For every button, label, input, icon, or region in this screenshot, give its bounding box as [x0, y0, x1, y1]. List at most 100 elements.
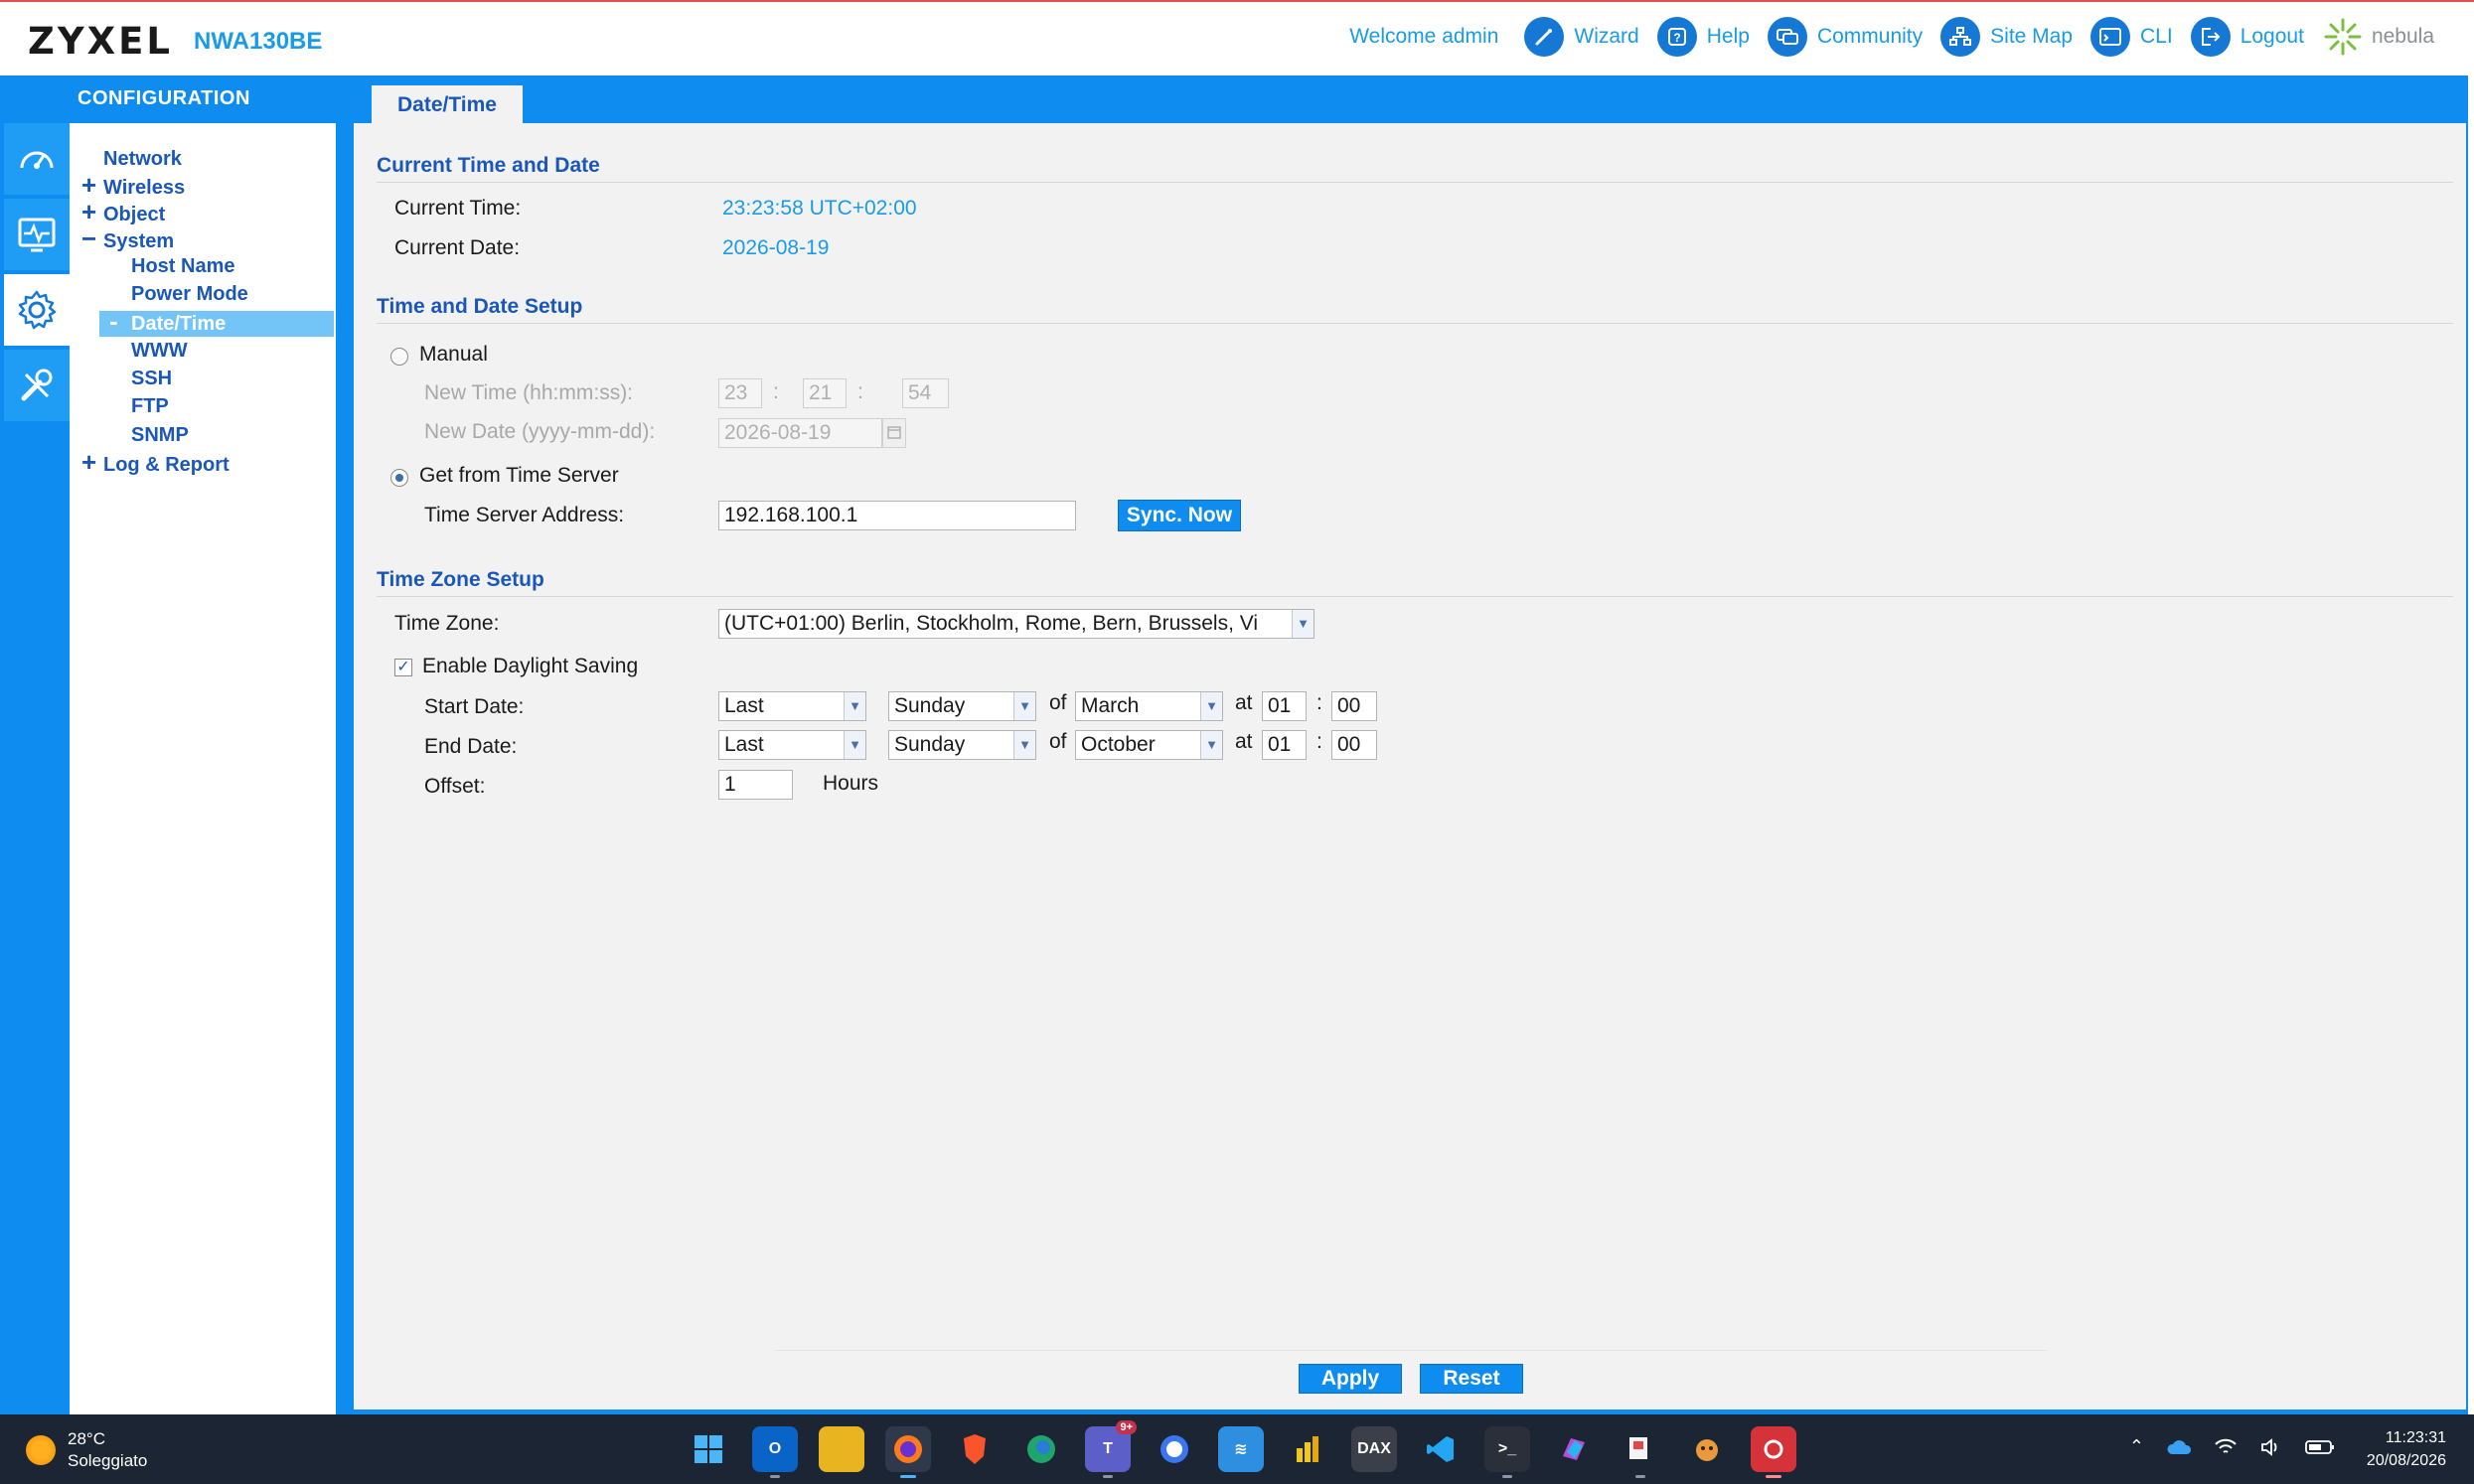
- divider: [775, 1350, 2047, 1351]
- end-minute-input[interactable]: 00: [1331, 730, 1377, 760]
- end-month-select[interactable]: October ▼: [1075, 730, 1223, 760]
- dashboard-menu[interactable]: [4, 123, 70, 195]
- nebula-label: nebula: [2371, 25, 2434, 48]
- remote-desktop-icon[interactable]: ≋: [1218, 1426, 1264, 1472]
- sitemap-link[interactable]: Site Map: [1940, 17, 2073, 57]
- community-link[interactable]: Community: [1767, 17, 1923, 57]
- offset-input[interactable]: 1: [718, 770, 793, 800]
- battery-icon[interactable]: [2305, 1439, 2335, 1455]
- cli-link[interactable]: CLI: [2090, 17, 2173, 57]
- time-server-address-input[interactable]: 192.168.100.1: [718, 501, 1076, 530]
- new-time-label: New Time (hh:mm:ss):: [424, 381, 634, 404]
- system-tray: ⌃: [2129, 1436, 2335, 1457]
- maintenance-menu[interactable]: [4, 350, 70, 421]
- tree-item-www[interactable]: WWW: [109, 340, 188, 363]
- chevron-down-icon: ▼: [1200, 692, 1222, 720]
- expand-icon: +: [81, 170, 97, 200]
- daylight-saving-checkbox[interactable]: ✓: [394, 659, 412, 676]
- tree-item-ssh[interactable]: SSH: [109, 368, 172, 390]
- tree-item-date-time[interactable]: - Date/Time: [109, 308, 226, 336]
- manual-radio[interactable]: [390, 348, 408, 366]
- record-app-icon[interactable]: [1751, 1426, 1796, 1478]
- of-label: of: [1049, 730, 1067, 753]
- timezone-value: (UTC+01:00) Berlin, Stockholm, Rome, Ber…: [724, 612, 1259, 635]
- nebula-link[interactable]: nebula: [2322, 16, 2434, 58]
- tab-date-time[interactable]: Date/Time: [372, 85, 523, 125]
- apply-button[interactable]: Apply: [1299, 1364, 1402, 1394]
- monitor-menu[interactable]: [4, 199, 70, 270]
- tree-item-ftp[interactable]: FTP: [109, 395, 169, 418]
- new-time-hour-input[interactable]: 23: [718, 378, 762, 408]
- teams-icon[interactable]: T 9+: [1085, 1420, 1137, 1478]
- end-hour-input[interactable]: 01: [1262, 730, 1307, 760]
- end-day-select[interactable]: Sunday ▼: [888, 730, 1036, 760]
- tree-item-system[interactable]: − System: [81, 225, 174, 253]
- new-time-second-input[interactable]: 54: [902, 378, 949, 408]
- wizard-link[interactable]: Wizard: [1524, 17, 1639, 57]
- weather-condition: Soleggiato: [68, 1451, 148, 1470]
- tree-item-network[interactable]: Network: [81, 148, 182, 171]
- at-label: at: [1235, 691, 1253, 714]
- vscode-icon[interactable]: [1418, 1426, 1464, 1472]
- start-week-select[interactable]: Last ▼: [718, 691, 866, 721]
- help-link[interactable]: ? Help: [1656, 17, 1750, 57]
- sitemap-icon: [1940, 17, 1981, 57]
- current-date-label: Current Date:: [394, 236, 521, 259]
- chevron-down-icon: ▼: [844, 692, 865, 720]
- panel-splitter[interactable]: [338, 123, 352, 1414]
- tree-item-log-report[interactable]: + Log & Report: [81, 449, 230, 477]
- tree-item-snmp[interactable]: SNMP: [109, 424, 189, 447]
- edge-icon[interactable]: [1018, 1426, 1064, 1472]
- outlook-icon[interactable]: O: [752, 1426, 798, 1478]
- chevron-down-icon: ▼: [1292, 610, 1314, 638]
- setup-section-title: Time and Date Setup: [377, 295, 583, 318]
- start-button[interactable]: [686, 1426, 731, 1472]
- dax-studio-icon[interactable]: DAX: [1351, 1426, 1397, 1472]
- teams-badge: 9+: [1116, 1420, 1137, 1434]
- tree-item-power-mode[interactable]: Power Mode: [109, 283, 248, 306]
- sync-now-button[interactable]: Sync. Now: [1118, 500, 1241, 531]
- start-hour-input[interactable]: 01: [1262, 691, 1307, 721]
- chevron-up-icon[interactable]: ⌃: [2129, 1436, 2144, 1457]
- m365-icon[interactable]: [1551, 1426, 1597, 1472]
- signal-icon[interactable]: [1152, 1426, 1197, 1472]
- start-minute-input[interactable]: 00: [1331, 691, 1377, 721]
- terminal-app-icon[interactable]: >_: [1484, 1426, 1530, 1478]
- gear-icon: [18, 290, 57, 330]
- chevron-down-icon: ▼: [1013, 731, 1035, 759]
- timezone-select[interactable]: (UTC+01:00) Berlin, Stockholm, Rome, Ber…: [718, 609, 1314, 639]
- top-nav: Welcome admin Wizard ? Help Community Si…: [1349, 14, 2434, 60]
- start-day-select[interactable]: Sunday ▼: [888, 691, 1036, 721]
- welcome-text: Welcome admin: [1349, 25, 1499, 48]
- new-time-minute-input[interactable]: 21: [803, 378, 847, 408]
- brave-icon[interactable]: [952, 1426, 998, 1472]
- power-bi-icon[interactable]: [1285, 1426, 1330, 1472]
- reset-button[interactable]: Reset: [1420, 1364, 1523, 1394]
- system-clock[interactable]: 11:23:31 20/08/2026: [2367, 1426, 2446, 1472]
- onedrive-icon[interactable]: [2166, 1438, 2192, 1456]
- end-week-select[interactable]: Last ▼: [718, 730, 866, 760]
- wifi-icon[interactable]: [2214, 1437, 2238, 1457]
- monitor-icon: [18, 218, 56, 252]
- file-explorer-icon[interactable]: [819, 1426, 864, 1472]
- current-time-label: Current Time:: [394, 197, 522, 220]
- clock-date: 20/08/2026: [2366, 1452, 2446, 1469]
- configuration-title: CONFIGURATION: [77, 87, 250, 109]
- firefox-icon[interactable]: [885, 1426, 931, 1478]
- new-date-input[interactable]: 2026-08-19: [718, 418, 882, 448]
- time-server-radio[interactable]: [390, 469, 408, 487]
- volume-icon[interactable]: [2259, 1437, 2283, 1457]
- logout-link[interactable]: Logout: [2190, 17, 2304, 57]
- time-colon: :: [1316, 730, 1322, 753]
- tree-item-host-name[interactable]: Host Name: [109, 255, 234, 278]
- top-header: ZYXEL NWA130BE Welcome admin Wizard ? He…: [0, 0, 2474, 75]
- time-colon: :: [773, 380, 779, 403]
- calendar-icon[interactable]: [882, 418, 906, 448]
- tree-item-wireless[interactable]: + Wireless: [81, 170, 185, 200]
- weather-widget[interactable]: 28°C Soleggiato: [26, 1428, 147, 1472]
- current-date-value: 2026-08-19: [722, 236, 830, 259]
- start-month-select[interactable]: March ▼: [1075, 691, 1223, 721]
- configuration-menu[interactable]: [4, 274, 70, 346]
- snipping-tool-icon[interactable]: [1618, 1426, 1663, 1478]
- dog-app-icon[interactable]: [1684, 1426, 1730, 1472]
